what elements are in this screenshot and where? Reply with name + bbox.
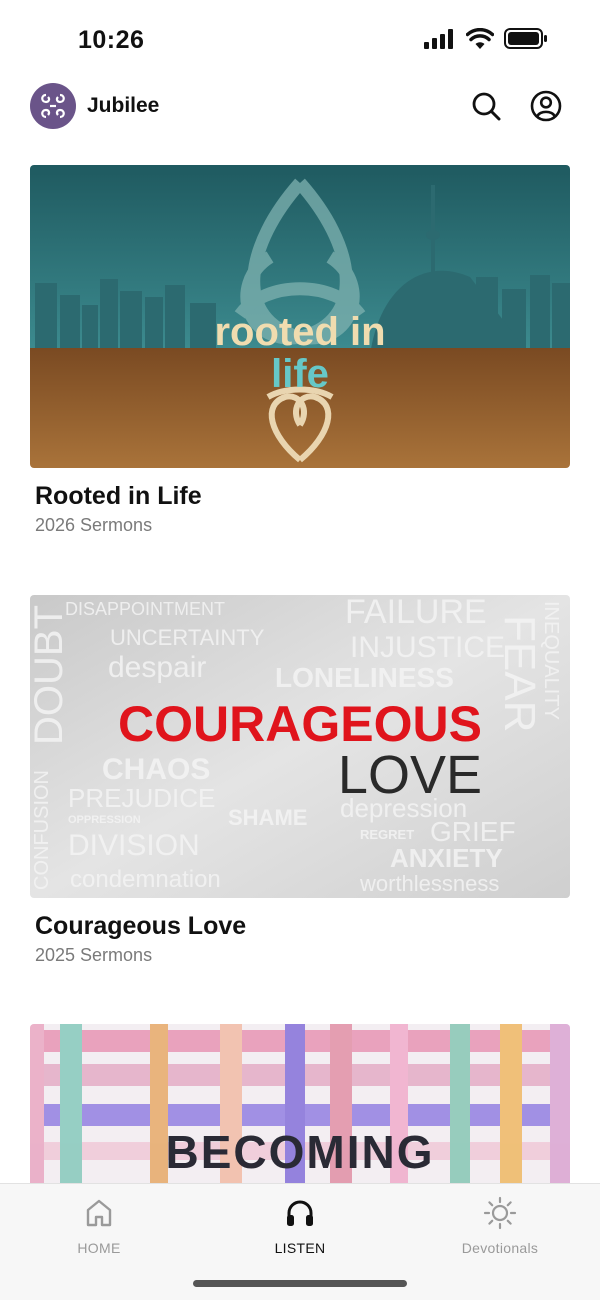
series-artwork-courageous-love[interactable]: DISAPPOINTMENT FAILURE INJUSTICE UNCERTA… bbox=[30, 595, 570, 898]
series-card-rooted-in-life[interactable]: rooted in life Rooted in Life 2026 Sermo… bbox=[30, 165, 570, 536]
svg-text:worthlessness: worthlessness bbox=[359, 871, 499, 896]
series-subtitle: 2026 Sermons bbox=[35, 515, 153, 535]
tab-devotionals[interactable]: Devotionals bbox=[430, 1196, 570, 1256]
series-artwork-becoming[interactable]: BECOMING bbox=[30, 1024, 570, 1183]
svg-text:DISAPPOINTMENT: DISAPPOINTMENT bbox=[65, 599, 225, 619]
series-title[interactable]: Rooted in Life bbox=[35, 482, 570, 511]
svg-text:FEAR: FEAR bbox=[495, 615, 544, 732]
app-logo[interactable] bbox=[30, 83, 76, 129]
tab-home[interactable]: HOME bbox=[29, 1196, 169, 1256]
svg-text:condemnation: condemnation bbox=[70, 866, 221, 893]
series-subtitle: 2025 Sermons bbox=[35, 945, 153, 965]
artwork-title-love: LOVE bbox=[338, 745, 482, 805]
app-title: Jubilee bbox=[87, 94, 160, 117]
artwork-title-courageous: COURAGEOUS bbox=[118, 696, 482, 752]
svg-text:ANXIETY: ANXIETY bbox=[390, 843, 503, 873]
svg-text:PREJUDICE: PREJUDICE bbox=[68, 783, 215, 813]
artwork-text-life: life bbox=[271, 352, 329, 396]
svg-text:INJUSTICE: INJUSTICE bbox=[350, 631, 505, 664]
artwork-title-becoming: BECOMING bbox=[166, 1126, 435, 1178]
svg-text:LONELINESS: LONELINESS bbox=[275, 662, 454, 693]
tab-listen[interactable]: LISTEN bbox=[230, 1196, 370, 1256]
profile-button[interactable] bbox=[530, 90, 562, 122]
rooted-in-life-artwork: rooted in life bbox=[30, 165, 570, 468]
svg-text:CONFUSION: CONFUSION bbox=[31, 770, 53, 890]
svg-text:SHAME: SHAME bbox=[228, 805, 307, 830]
svg-text:UNCERTAINTY: UNCERTAINTY bbox=[110, 625, 265, 650]
sun-icon bbox=[483, 1196, 517, 1230]
jubilee-logo-icon bbox=[41, 93, 65, 119]
tab-label: LISTEN bbox=[274, 1240, 326, 1256]
battery-icon bbox=[504, 28, 547, 49]
cellular-signal-icon bbox=[424, 28, 453, 49]
app-header: Jubilee bbox=[0, 80, 600, 134]
home-indicator[interactable] bbox=[193, 1280, 407, 1287]
series-card-courageous-love[interactable]: DISAPPOINTMENT FAILURE INJUSTICE UNCERTA… bbox=[30, 595, 570, 966]
search-button[interactable] bbox=[470, 90, 502, 122]
svg-text:REGRET: REGRET bbox=[360, 827, 414, 842]
home-icon bbox=[86, 1199, 112, 1227]
svg-text:FAILURE: FAILURE bbox=[345, 595, 487, 631]
svg-text:despair: despair bbox=[108, 651, 206, 684]
profile-icon bbox=[530, 90, 562, 122]
artwork-text-rooted-in: rooted in bbox=[214, 310, 385, 354]
status-bar: 10:26 bbox=[0, 0, 600, 70]
series-card-becoming[interactable]: BECOMING bbox=[30, 1024, 570, 1183]
svg-text:DOUBT: DOUBT bbox=[30, 605, 71, 745]
wifi-icon bbox=[466, 28, 494, 49]
tab-label: Devotionals bbox=[461, 1240, 539, 1256]
headphones-icon bbox=[287, 1200, 313, 1226]
series-artwork-rooted-in-life[interactable]: rooted in life bbox=[30, 165, 570, 468]
search-icon bbox=[472, 92, 501, 121]
svg-text:CHAOS: CHAOS bbox=[102, 753, 210, 786]
status-icons bbox=[424, 28, 548, 49]
becoming-artwork: BECOMING bbox=[30, 1024, 570, 1183]
series-title[interactable]: Courageous Love bbox=[35, 912, 570, 941]
courageous-love-artwork: DISAPPOINTMENT FAILURE INJUSTICE UNCERTA… bbox=[30, 595, 570, 898]
svg-text:OPPRESSION: OPPRESSION bbox=[68, 814, 141, 826]
series-list[interactable]: rooted in life Rooted in Life 2026 Sermo… bbox=[30, 165, 570, 1183]
svg-text:DIVISION: DIVISION bbox=[68, 829, 200, 862]
svg-text:INEQUALITY: INEQUALITY bbox=[540, 601, 562, 720]
tab-label: HOME bbox=[77, 1240, 121, 1256]
status-time: 10:26 bbox=[78, 26, 145, 54]
